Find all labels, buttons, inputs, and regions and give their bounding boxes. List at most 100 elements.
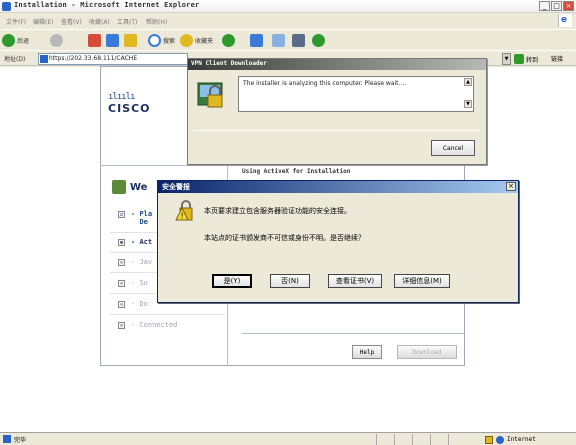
minimize-button[interactable]: _ bbox=[539, 1, 550, 11]
messenger-button[interactable] bbox=[312, 32, 327, 48]
status-pane bbox=[448, 434, 449, 445]
browser-window: Installation - Microsoft Internet Explor… bbox=[0, 0, 576, 445]
close-button[interactable]: × bbox=[563, 1, 574, 11]
links-button[interactable]: 链接 bbox=[551, 54, 563, 63]
status-page-icon bbox=[3, 435, 11, 443]
messenger-icon bbox=[312, 33, 325, 47]
security-alert-line1: 本页要求建立包含服务器验证功能的安全连接。 bbox=[204, 207, 351, 215]
right-pane-heading: Using ActiveX for Installation bbox=[242, 168, 351, 175]
star-icon bbox=[180, 33, 193, 47]
security-alert-title: 安全警报 bbox=[162, 183, 190, 191]
step-checkbox: ▪ bbox=[118, 239, 125, 246]
maximize-button[interactable]: □ bbox=[551, 1, 562, 11]
address-dropdown-button[interactable]: ▼ bbox=[502, 53, 511, 65]
address-label: 地址(D) bbox=[4, 56, 26, 63]
menu-file[interactable]: 文件(F) bbox=[6, 17, 26, 26]
window-title: Installation - Microsoft Internet Explor… bbox=[14, 1, 200, 9]
lock-icon bbox=[485, 435, 493, 444]
media-icon bbox=[222, 33, 235, 47]
history-icon bbox=[250, 33, 263, 47]
back-button[interactable]: 后退 bbox=[2, 32, 29, 48]
menu-edit[interactable]: 编辑(E) bbox=[33, 17, 53, 26]
mail-button[interactable] bbox=[272, 32, 287, 48]
status-pane bbox=[412, 434, 413, 445]
ie-throbber-icon: e bbox=[558, 14, 572, 27]
vpn-downloader-dialog: VPN Client Downloader The installer is a… bbox=[187, 58, 487, 165]
more-info-button[interactable]: 详细信息(M) bbox=[394, 274, 450, 288]
step-checkbox: ▪ bbox=[118, 322, 125, 329]
refresh-icon bbox=[106, 33, 119, 47]
welcome-heading: We bbox=[112, 180, 147, 194]
security-alert-dialog: 安全警报 × ! 本页要求建立包含服务器验证功能的安全连接。 本站点的证书颁发商… bbox=[157, 180, 519, 303]
step-checkbox: ▪ bbox=[118, 280, 125, 287]
security-alert-close-button[interactable]: × bbox=[506, 182, 516, 191]
status-pane bbox=[430, 434, 431, 445]
print-button[interactable] bbox=[292, 32, 307, 48]
vpn-scrollbar[interactable]: ▲ ▼ bbox=[464, 78, 472, 110]
installer-lock-icon bbox=[197, 82, 223, 108]
go-button[interactable]: 转到 bbox=[514, 53, 548, 65]
svg-text:!: ! bbox=[181, 212, 184, 221]
step-connected: ▪ - Connected bbox=[118, 321, 178, 329]
cancel-button[interactable]: Cancel bbox=[431, 140, 475, 156]
step-download: ▪ - Do bbox=[118, 300, 148, 308]
cisco-logo: ılıılı CISCO bbox=[108, 92, 168, 128]
refresh-button[interactable] bbox=[106, 32, 121, 48]
back-arrow-icon bbox=[2, 33, 15, 47]
step-platform-detection: ☑ - Pla De bbox=[118, 210, 153, 226]
help-button[interactable]: Help bbox=[352, 345, 382, 359]
search-icon bbox=[148, 33, 161, 47]
toolbar: 后退 搜索 收藏夹 bbox=[0, 29, 576, 49]
vpn-dialog-divider bbox=[194, 130, 480, 131]
window-controls: _ □ × bbox=[539, 1, 574, 11]
no-button[interactable]: 否(N) bbox=[270, 274, 310, 288]
status-pane bbox=[394, 434, 395, 445]
download-button[interactable]: Download bbox=[397, 345, 457, 359]
menu-help[interactable]: 帮助(H) bbox=[146, 17, 167, 26]
installer-icon bbox=[112, 180, 126, 194]
status-text: 完毕 bbox=[14, 437, 27, 444]
globe-icon bbox=[496, 435, 504, 444]
status-pane bbox=[376, 434, 377, 445]
mail-icon bbox=[272, 33, 285, 47]
search-button[interactable]: 搜索 bbox=[148, 32, 175, 48]
vpn-status-box: The installer is analyzing this computer… bbox=[238, 76, 474, 112]
vpn-status-message: The installer is analyzing this computer… bbox=[243, 80, 407, 87]
address-input[interactable]: https://202.33.68.111/CACHE bbox=[38, 53, 188, 65]
security-alert-line2: 本站点的证书颁发商不可信或身份不明。是否继续？ bbox=[204, 234, 365, 242]
stop-icon bbox=[88, 33, 101, 47]
page-icon bbox=[40, 55, 48, 63]
scroll-down-icon[interactable]: ▼ bbox=[464, 100, 472, 108]
button-area-divider bbox=[242, 333, 464, 334]
menu-tools[interactable]: 工具(T) bbox=[117, 17, 137, 26]
menu-view[interactable]: 查看(V) bbox=[61, 17, 82, 26]
warning-lock-icon: ! bbox=[175, 200, 193, 221]
step-checkbox: ☑ bbox=[118, 211, 125, 218]
security-alert-title-bar: 安全警报 × bbox=[158, 181, 518, 193]
step-checkbox: ▪ bbox=[118, 259, 125, 266]
vpn-dialog-title: VPN Client Downloader bbox=[191, 60, 267, 67]
menu-favorites[interactable]: 收藏(A) bbox=[89, 17, 110, 26]
status-bar: 完毕 Internet bbox=[0, 432, 576, 445]
vpn-dialog-title-bar: VPN Client Downloader bbox=[188, 59, 486, 70]
stop-button[interactable] bbox=[88, 32, 103, 48]
title-bar: Installation - Microsoft Internet Explor… bbox=[0, 0, 576, 13]
favorites-button[interactable]: 收藏夹 bbox=[180, 32, 213, 48]
step-checkbox: ▪ bbox=[118, 301, 125, 308]
forward-arrow-icon bbox=[50, 33, 63, 47]
home-icon bbox=[124, 33, 137, 47]
cisco-logo-word: CISCO bbox=[108, 102, 151, 115]
view-certificate-button[interactable]: 查看证书(V) bbox=[328, 274, 382, 288]
print-icon bbox=[292, 33, 305, 47]
panel-divider bbox=[100, 165, 466, 166]
step-activex: ▪ - Act bbox=[118, 238, 153, 246]
forward-button[interactable] bbox=[50, 32, 65, 48]
yes-button[interactable]: 是(Y) bbox=[212, 274, 252, 288]
scroll-up-icon[interactable]: ▲ bbox=[464, 78, 472, 86]
step-separator bbox=[110, 314, 225, 315]
media-button[interactable] bbox=[222, 32, 237, 48]
home-button[interactable] bbox=[124, 32, 139, 48]
step-java: ▪ - Jav bbox=[118, 258, 153, 266]
menu-bar: 文件(F) 编辑(E) 查看(V) 收藏(A) 工具(T) 帮助(H) bbox=[0, 14, 576, 28]
history-button[interactable] bbox=[250, 32, 265, 48]
